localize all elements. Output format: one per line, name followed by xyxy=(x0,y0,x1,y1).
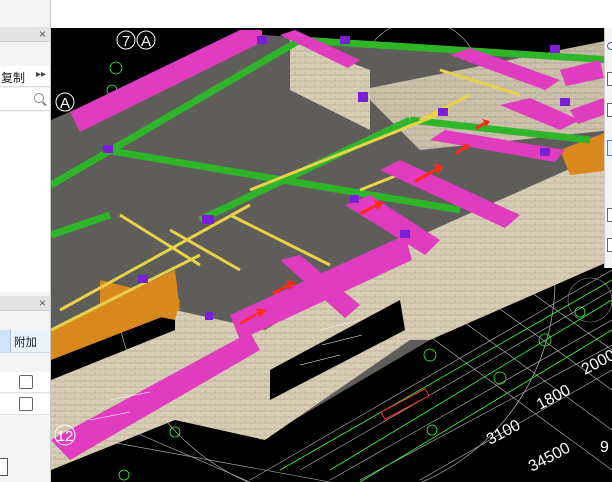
close-icon[interactable]: × xyxy=(39,296,46,310)
option-checkbox[interactable] xyxy=(607,238,612,252)
panel-header: × xyxy=(0,27,50,42)
axis-label: 7 xyxy=(122,33,130,50)
close-icon[interactable]: × xyxy=(39,27,46,41)
axis-label: A xyxy=(60,95,70,112)
toolbar-row: 复制 ▸▸ xyxy=(0,66,50,87)
more-arrow-icon[interactable]: ▸▸ xyxy=(36,69,46,80)
attach-column-label: 附加 xyxy=(14,337,37,349)
model-render: 7 A A 12 3100 1800 2000 34500 9 xyxy=(51,28,612,482)
property-panel-header: × xyxy=(0,296,50,311)
dimension-text: 9 xyxy=(600,439,609,456)
search-input[interactable] xyxy=(0,88,50,111)
dimension-text: 2000 xyxy=(579,347,612,379)
attach-checkbox[interactable] xyxy=(19,397,33,411)
axis-label: 12 xyxy=(57,428,74,445)
option-checkbox[interactable] xyxy=(607,72,612,86)
dimension-text: 34500 xyxy=(526,440,573,476)
option-checkbox[interactable] xyxy=(607,103,612,117)
left-panel: × 复制 ▸▸ × 附加 xyxy=(0,0,51,482)
copy-button[interactable]: 复制 xyxy=(1,69,25,86)
drop-icon[interactable] xyxy=(607,42,612,50)
axis-label: A xyxy=(141,33,151,50)
property-table-header: 附加 xyxy=(0,330,50,353)
input-field[interactable] xyxy=(0,458,8,476)
search-icon[interactable] xyxy=(34,93,44,103)
selected-column-marker xyxy=(0,330,11,352)
dimension-text: 1800 xyxy=(534,382,573,414)
right-toolbar xyxy=(604,28,612,268)
3d-viewport[interactable]: 7 A A 12 3100 1800 2000 34500 9 xyxy=(51,28,612,482)
attach-checkbox[interactable] xyxy=(19,375,33,389)
option-checkbox[interactable] xyxy=(607,208,612,222)
property-row xyxy=(0,394,50,415)
component-tree xyxy=(0,112,50,292)
selected-option[interactable] xyxy=(607,140,612,156)
property-row xyxy=(0,372,50,393)
